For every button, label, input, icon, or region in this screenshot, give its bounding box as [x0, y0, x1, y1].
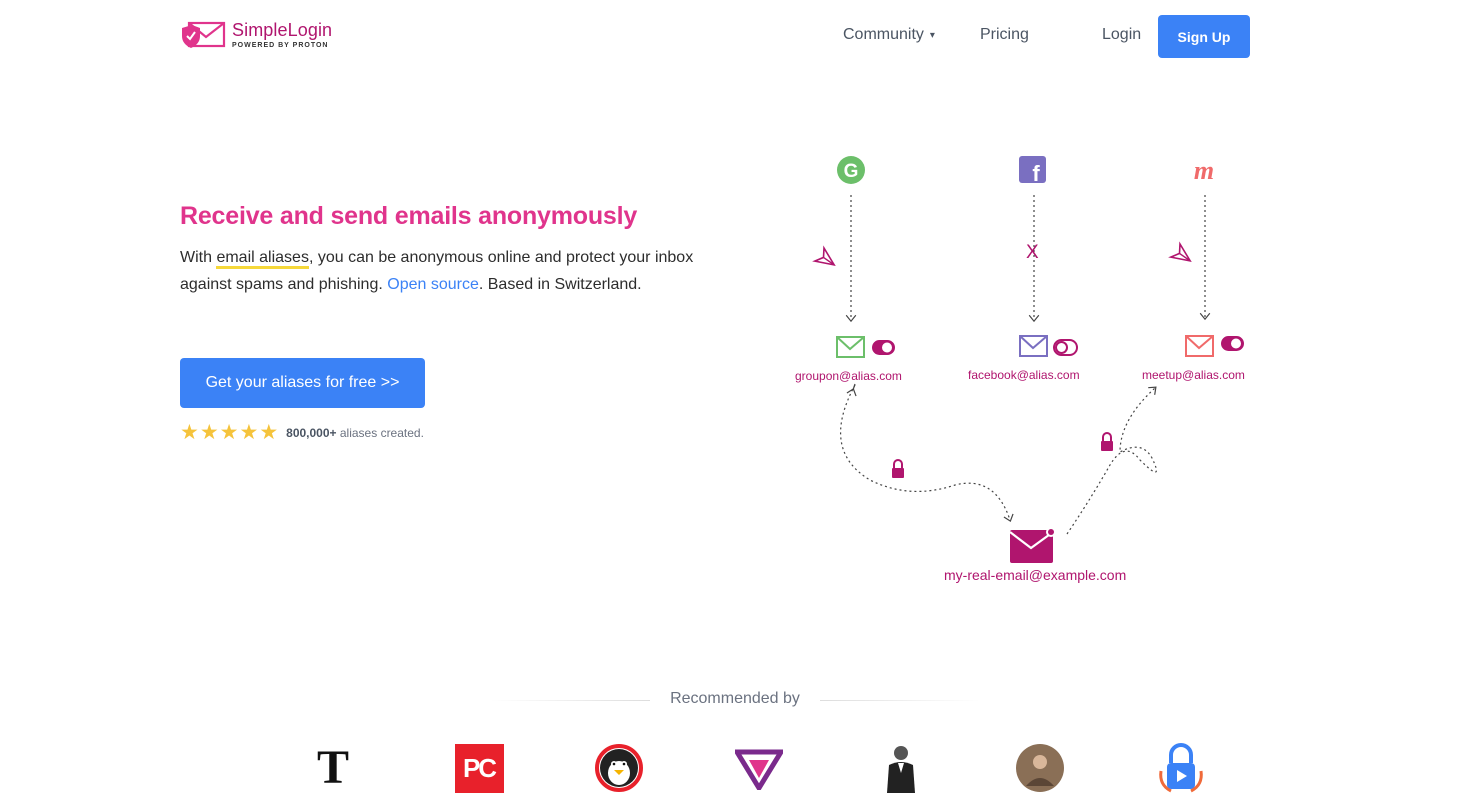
- svg-text:f: f: [1032, 161, 1040, 186]
- nav-login-link[interactable]: Login: [1102, 26, 1141, 44]
- alias-email-label: meetup@alias.com: [1142, 368, 1245, 382]
- svg-text:G: G: [844, 161, 859, 182]
- star-icon: ★: [199, 421, 219, 444]
- hero-text-pre: With: [180, 249, 217, 266]
- star-icon: ★: [219, 421, 239, 444]
- top-navigation: SimpleLogin POWERED BY PROTON Community …: [0, 0, 1470, 72]
- rating-stars: ★ ★ ★ ★ ★: [180, 421, 279, 444]
- rating-row: ★ ★ ★ ★ ★ 800,000+ aliases created.: [180, 421, 424, 444]
- toggle-on-icon: [1221, 336, 1244, 351]
- avatar-photo-logo[interactable]: [1015, 743, 1065, 793]
- recommended-by-heading: Recommended by: [490, 688, 980, 712]
- mail-icon: [1185, 335, 1214, 357]
- logo-name: SimpleLogin: [232, 20, 333, 40]
- facebook-icon: f: [1019, 156, 1046, 186]
- mail-icon: [836, 336, 865, 358]
- alias-email-label: facebook@alias.com: [968, 368, 1080, 382]
- hero-title: Receive and send emails anonymously: [180, 202, 638, 230]
- pcmag-logo[interactable]: PC: [454, 743, 504, 793]
- star-icon: ★: [239, 421, 259, 444]
- simplelogin-logo[interactable]: SimpleLogin POWERED BY PROTON: [180, 20, 332, 50]
- hero-text-post: . Based in Switzerland.: [478, 276, 642, 293]
- divider: [820, 700, 980, 701]
- real-mail-icon: [1009, 527, 1056, 563]
- logo-subtitle: POWERED BY PROTON: [232, 42, 329, 49]
- svg-text:m: m: [1194, 156, 1214, 185]
- privacy-v-logo[interactable]: [734, 743, 784, 793]
- logo-envelope-icon: [182, 21, 226, 48]
- google-icon: G: [837, 156, 865, 184]
- rating-suffix: aliases created.: [339, 426, 424, 440]
- real-email-label: my-real-email@example.com: [944, 567, 1127, 583]
- email-aliases-link[interactable]: email aliases: [216, 249, 309, 269]
- rating-text: 800,000+ aliases created.: [286, 426, 424, 440]
- chevron-down-icon: ▾: [929, 29, 935, 41]
- signup-button[interactable]: Sign Up: [1158, 15, 1250, 58]
- star-icon: ★: [259, 421, 279, 444]
- alias-diagram: G f m X groupon@alias.com facebook@alias…: [780, 140, 1280, 600]
- nav-community-menu[interactable]: Community ▾: [843, 26, 935, 44]
- send-icon: [812, 245, 836, 267]
- alias-email-label: groupon@alias.com: [795, 369, 902, 383]
- meetup-icon: m: [1194, 156, 1214, 185]
- nav-community-label: Community: [843, 26, 924, 43]
- recommended-label: Recommended by: [670, 690, 800, 707]
- nytimes-logo[interactable]: T: [308, 743, 358, 793]
- blocked-mark: X: [1026, 242, 1039, 263]
- toggle-off-icon: [1053, 339, 1078, 356]
- vpn-lock-logo[interactable]: [1156, 743, 1206, 793]
- mail-icon: [1019, 335, 1048, 357]
- lock-icon: [892, 459, 904, 478]
- linux-penguin-logo[interactable]: [594, 743, 644, 793]
- suit-man-logo[interactable]: [876, 743, 926, 793]
- star-icon: ★: [180, 421, 199, 444]
- get-aliases-button[interactable]: Get your aliases for free >>: [180, 358, 425, 408]
- rating-count: 800,000+: [286, 426, 337, 440]
- hero-description: With email aliases, you can be anonymous…: [180, 244, 740, 298]
- send-icon: [1168, 241, 1192, 263]
- lock-icon: [1101, 432, 1113, 451]
- open-source-link[interactable]: Open source: [387, 276, 479, 293]
- toggle-on-icon: [872, 340, 895, 355]
- logo-text: SimpleLogin POWERED BY PROTON: [232, 21, 332, 49]
- nav-pricing-link[interactable]: Pricing: [980, 26, 1029, 44]
